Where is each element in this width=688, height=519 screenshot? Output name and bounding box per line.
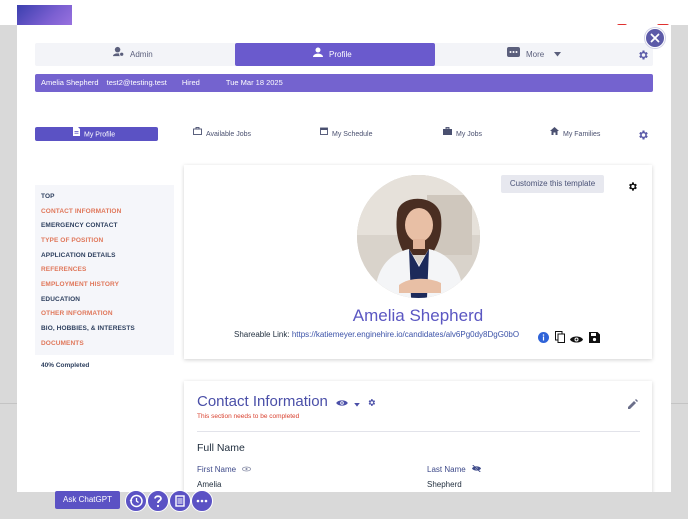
background-divider [671,403,688,404]
top-tab-bar: Admin Profile More [35,43,653,66]
tab-available-jobs-label: Available Jobs [206,130,252,138]
tab-my-schedule-label: My Schedule [332,130,373,138]
tab-my-schedule[interactable]: My Schedule [320,127,400,141]
edit-pencil-icon[interactable] [628,396,638,414]
tab-admin[interactable]: Admin [35,43,235,66]
help-button[interactable] [147,490,169,512]
tab-profile[interactable]: Profile [235,43,435,66]
tab-my-jobs[interactable]: My Jobs [443,127,503,141]
eye-slash-icon[interactable] [471,465,481,474]
contact-information-card: Contact Information This section needs t… [184,381,652,492]
last-name-value: Shepherd [427,480,462,489]
close-modal-button[interactable] [645,28,665,48]
briefcase-filled-icon [443,127,452,141]
last-name-label: Last Name [427,465,481,474]
background-logo [17,5,72,27]
history-button[interactable] [125,490,147,512]
gear-icon[interactable] [627,179,638,197]
background-divider [0,403,17,404]
profile-sub-nav: My Profile Available Jobs My Schedule My… [35,127,653,141]
tab-my-jobs-label: My Jobs [456,130,483,138]
ellipsis-icon [196,499,208,503]
first-name-label: First Name [197,465,252,474]
section-sidebar: TOP CONTACT INFORMATION EMERGENCY CONTAC… [35,185,174,355]
tab-more-label: More [526,50,545,59]
admin-icon [113,43,125,66]
profile-card: Customize this template Amelia Shepherd … [184,165,652,359]
contact-title-text: Contact Information [197,393,328,410]
section-incomplete-warning: This section needs to be completed [197,413,300,420]
contact-section-title: Contact Information [197,393,376,411]
candidate-display-name: Amelia Shepherd [352,306,484,325]
last-name-label-text: Last Name [427,465,466,474]
tab-my-profile-label: My Profile [84,131,116,139]
sidebar-item-contact-information[interactable]: CONTACT INFORMATION [41,208,121,215]
sidebar-item-application-details[interactable]: APPLICATION DETAILS [41,252,116,259]
first-name-label-text: First Name [197,465,237,474]
gear-icon[interactable] [637,128,649,140]
save-icon[interactable] [589,330,600,348]
eye-icon[interactable] [242,465,252,474]
question-icon [154,495,162,508]
person-icon [313,43,323,66]
customize-template-button[interactable]: Customize this template [501,175,604,193]
close-icon [650,33,660,43]
calendar-icon [320,127,328,141]
sidebar-item-references[interactable]: REFERENCES [41,266,86,273]
candidate-status: Hired [181,78,200,87]
sidebar-item-other-information[interactable]: OTHER INFORMATION [41,310,113,317]
sidebar-item-employment-history[interactable]: EMPLOYMENT HISTORY [41,281,119,288]
gear-icon[interactable] [367,394,376,411]
background-header [0,0,688,25]
tab-profile-label: Profile [329,50,352,59]
full-name-heading: Full Name [197,442,245,454]
sidebar-item-emergency-contact[interactable]: EMERGENCY CONTACT [41,222,118,229]
tab-more[interactable]: More [435,43,635,66]
more-options-button[interactable] [191,490,213,512]
tab-admin-label: Admin [130,50,153,59]
sidebar-item-education[interactable]: EDUCATION [41,296,80,303]
caret-down-icon[interactable] [354,394,361,411]
briefcase-icon [193,127,202,141]
candidate-date: Tue Mar 18 2025 [225,78,283,87]
first-name-value: Amelia [197,480,222,489]
completion-status: 40% Completed [41,362,90,369]
info-icon[interactable] [538,330,549,348]
copy-icon[interactable] [555,330,565,348]
candidate-email: test2@testing.test [106,78,167,87]
notes-button[interactable] [169,490,191,512]
chat-icon [507,43,520,66]
candidate-name: Amelia Shepherd [41,78,99,87]
gear-icon[interactable] [637,48,649,60]
tab-my-families-label: My Families [563,130,601,138]
sidebar-item-documents[interactable]: DOCUMENTS [41,340,84,347]
shareable-link-row: Shareable Link: https://katiemeyer.engin… [234,330,519,339]
shareable-link[interactable]: https://katiemeyer.enginehire.io/candida… [292,330,519,339]
candidate-info-bar: Amelia Shepherd test2@testing.test Hired… [35,74,653,92]
candidate-modal: Admin Profile More Amelia Shepherd test2… [17,25,671,492]
tab-available-jobs[interactable]: Available Jobs [193,127,283,141]
ask-chatgpt-button[interactable]: Ask ChatGPT [55,491,120,509]
notes-icon [175,495,185,507]
tab-my-families[interactable]: My Families [550,127,630,141]
tab-my-profile[interactable]: My Profile [35,127,158,141]
home-icon [550,127,559,141]
sidebar-item-top[interactable]: TOP [41,193,55,200]
sidebar-item-type-of-position[interactable]: TYPE OF POSITION [41,237,103,244]
eye-icon[interactable] [570,331,583,349]
section-divider [197,431,640,432]
document-icon [73,127,80,142]
profile-photo [357,175,480,298]
caret-down-icon [554,43,562,66]
history-icon [129,494,143,508]
sidebar-item-bio-hobbies[interactable]: BIO, HOBBIES, & INTERESTS [41,325,135,332]
shareable-link-label: Shareable Link: [234,330,290,339]
eye-icon[interactable] [336,394,348,411]
